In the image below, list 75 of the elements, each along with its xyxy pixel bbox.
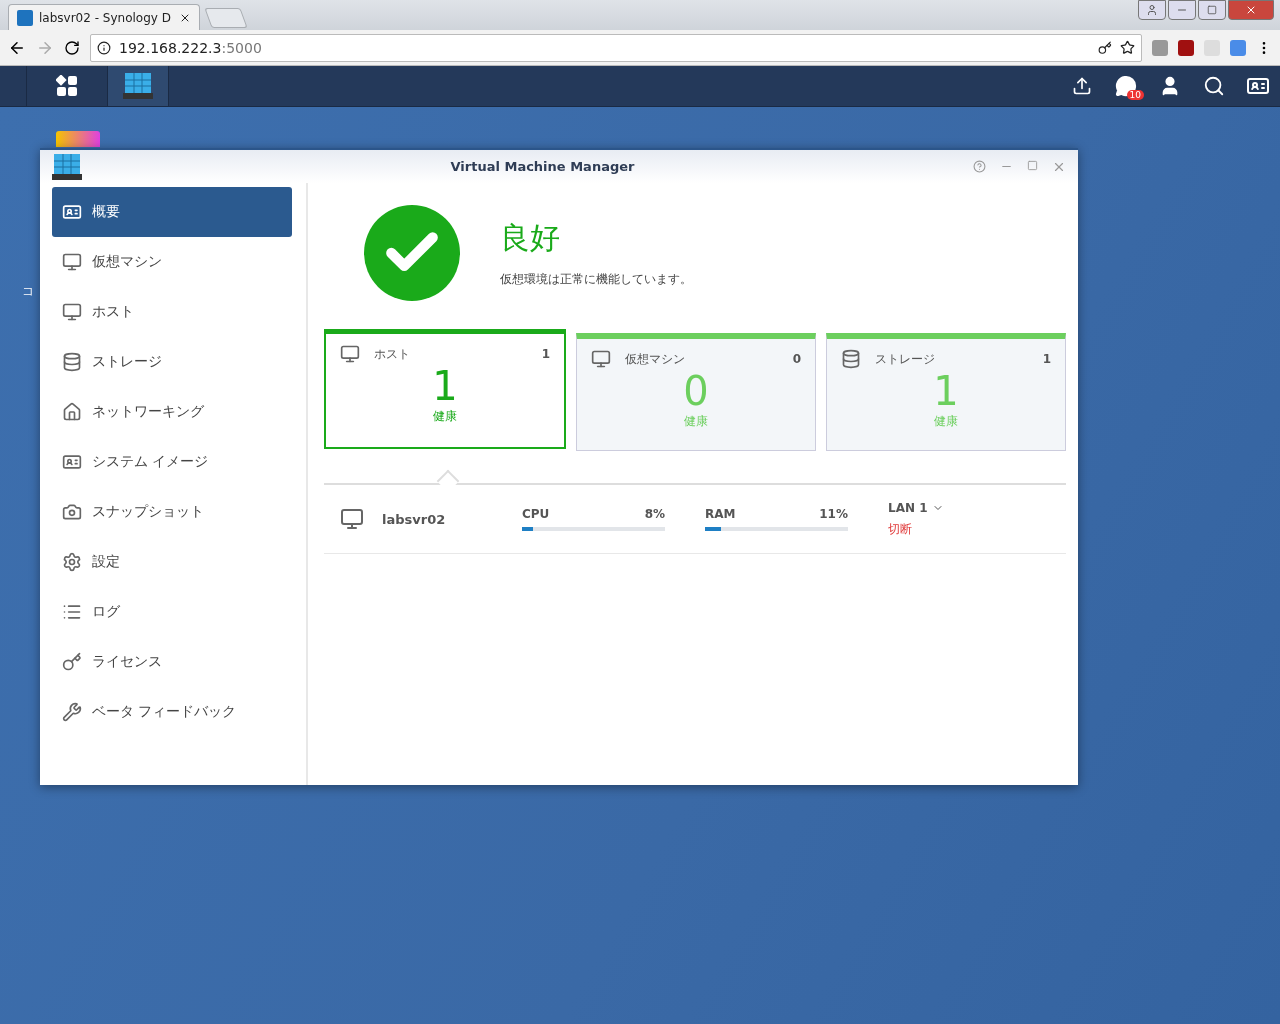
url-text: 192.168.222.3:5000 bbox=[119, 39, 262, 56]
settings-icon bbox=[62, 552, 82, 572]
house-icon bbox=[62, 402, 82, 422]
user-icon bbox=[1146, 4, 1158, 16]
minimize-button[interactable] bbox=[1168, 0, 1196, 20]
id-card-icon bbox=[62, 202, 82, 222]
browser-tab[interactable]: labsvr02 - Synology D bbox=[8, 4, 200, 30]
sidebar-item[interactable]: ネットワーキング bbox=[52, 387, 292, 437]
shield-icon[interactable] bbox=[1178, 39, 1194, 56]
maximize-button[interactable] bbox=[1198, 0, 1226, 20]
summary-card[interactable]: ストレージ 1 1 健康 bbox=[826, 333, 1066, 451]
meter-label: CPU bbox=[522, 507, 550, 521]
address-field[interactable]: 192.168.222.3:5000 bbox=[90, 33, 1142, 62]
card-label: 仮想マシン bbox=[625, 350, 686, 368]
meter-label: RAM bbox=[705, 507, 736, 521]
sidebar-item[interactable]: ログ bbox=[52, 587, 292, 637]
grid-icon bbox=[56, 75, 78, 97]
sidebar-item[interactable]: 仮想マシン bbox=[52, 237, 292, 287]
card-status: 健康 bbox=[934, 413, 958, 430]
summary-card[interactable]: 仮想マシン 0 0 健康 bbox=[576, 333, 816, 451]
sidebar-item[interactable]: ストレージ bbox=[52, 337, 292, 387]
host-name: labsvr02 bbox=[382, 511, 447, 527]
network-dropdown[interactable]: LAN 1 bbox=[888, 500, 944, 515]
chat-button[interactable]: 10 bbox=[1104, 66, 1148, 106]
close-icon bbox=[1245, 4, 1257, 16]
card-value: 1 bbox=[933, 369, 959, 413]
sidebar-item[interactable]: システム イメージ bbox=[52, 437, 292, 487]
meter-reading: 8% bbox=[644, 507, 665, 521]
window-title: Virtual Machine Manager bbox=[449, 159, 636, 174]
help-icon[interactable] bbox=[973, 159, 986, 173]
sidebar-item[interactable]: 設定 bbox=[52, 537, 292, 587]
sidebar-item[interactable]: ライセンス bbox=[52, 637, 292, 687]
database-icon bbox=[62, 352, 82, 372]
list-icon bbox=[62, 602, 82, 622]
monitor-icon bbox=[340, 507, 364, 531]
sidebar-item[interactable]: ホスト bbox=[52, 287, 292, 337]
monitor-icon bbox=[62, 302, 82, 322]
key-icon bbox=[62, 652, 82, 672]
card-status: 健康 bbox=[684, 413, 708, 430]
profile-button[interactable] bbox=[1138, 0, 1166, 20]
favicon-icon bbox=[17, 9, 33, 26]
card-status: 健康 bbox=[433, 408, 457, 425]
server-icon bbox=[52, 152, 82, 181]
meter-reading: 11% bbox=[819, 507, 848, 521]
card-label: ホスト bbox=[374, 345, 411, 363]
reload-icon[interactable] bbox=[64, 39, 80, 56]
database-icon bbox=[841, 349, 861, 369]
wrench-icon bbox=[62, 702, 82, 722]
monitor-icon bbox=[340, 344, 360, 364]
status-title: 良好 bbox=[500, 219, 561, 257]
sidebar-item[interactable]: 概要 bbox=[52, 187, 292, 237]
card-count: 1 bbox=[1042, 352, 1051, 366]
search-icon bbox=[1203, 75, 1225, 97]
star-icon[interactable] bbox=[1120, 40, 1135, 55]
camera-icon bbox=[62, 502, 82, 522]
network-status: 切断 bbox=[888, 520, 913, 538]
card-value: 0 bbox=[683, 369, 709, 413]
summary-card[interactable]: ホスト 1 1 健康 bbox=[324, 329, 566, 449]
card-label: ストレージ bbox=[875, 350, 936, 368]
sidebar-item[interactable]: スナップショット bbox=[52, 487, 292, 537]
extension-icon[interactable] bbox=[1230, 39, 1246, 56]
card-count: 0 bbox=[792, 352, 801, 366]
card-value: 1 bbox=[432, 364, 458, 408]
maximize-icon bbox=[1207, 5, 1217, 15]
card-count: 1 bbox=[541, 347, 550, 361]
notification-badge: 10 bbox=[1126, 90, 1144, 100]
extension-icon[interactable] bbox=[1152, 39, 1168, 56]
upload-icon bbox=[1072, 76, 1092, 96]
status-message: 仮想環境は正常に機能しています。 bbox=[500, 271, 692, 288]
server-icon bbox=[123, 72, 153, 100]
desktop-icon-label: コ bbox=[22, 283, 34, 300]
sidebar-item[interactable]: ベータ フィードバック bbox=[52, 687, 292, 737]
info-icon[interactable] bbox=[97, 40, 111, 55]
app-taskbar-button[interactable] bbox=[108, 66, 169, 106]
key-icon[interactable] bbox=[1098, 40, 1112, 55]
